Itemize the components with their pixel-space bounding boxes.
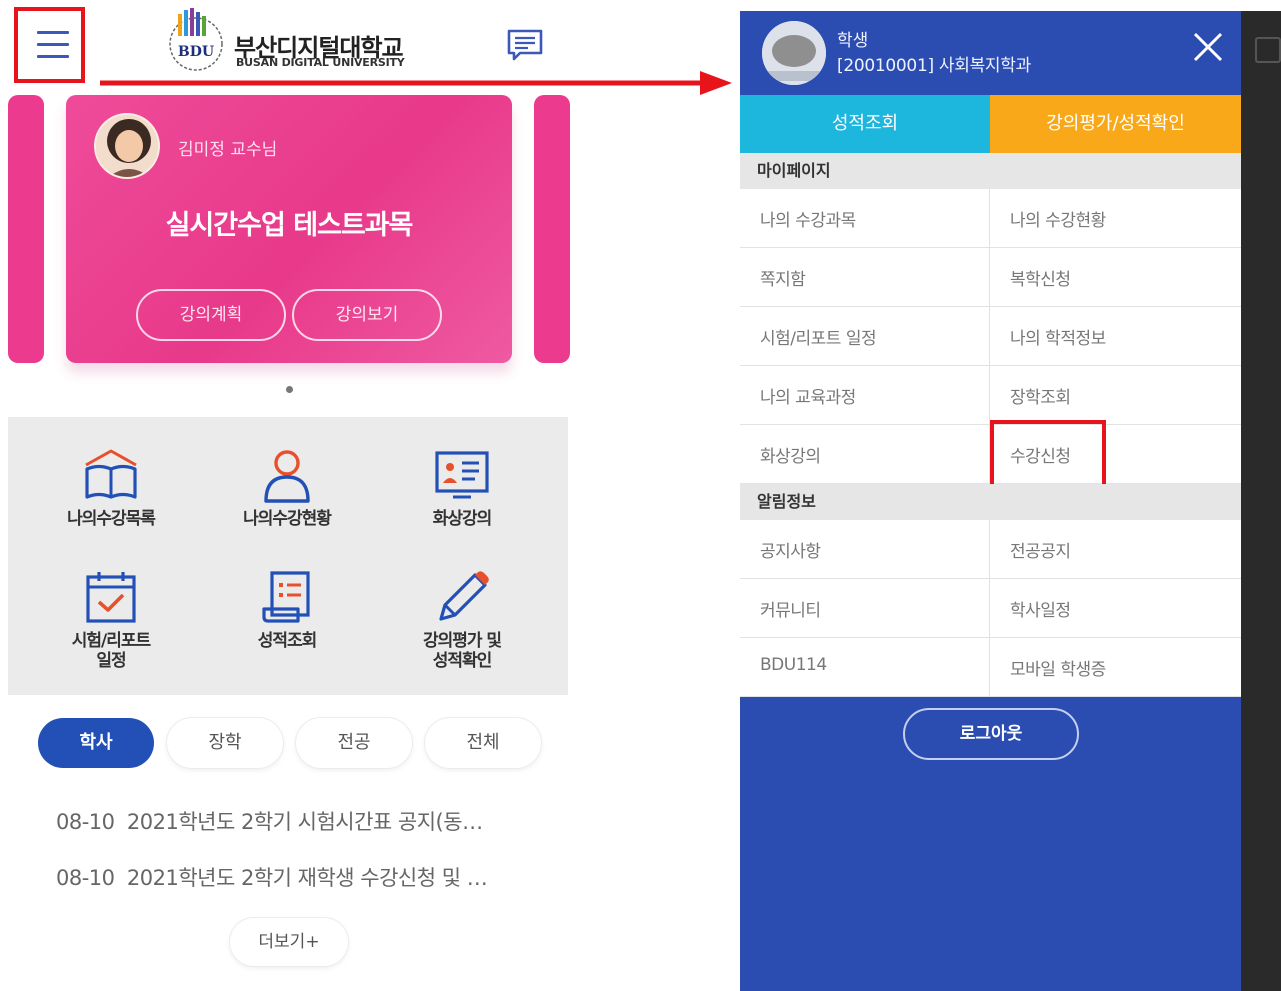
divider [989,638,990,697]
professor-avatar [94,113,160,179]
menu-label-line2: 성적확인 [432,651,493,671]
menu-label: 화상강의 [432,509,493,529]
menu-item-video-lecture[interactable]: 화상강의 [760,442,821,467]
section-notifications: 알림정보 [740,484,1241,520]
pencil-icon [439,571,489,621]
menu-item-community[interactable]: 커뮤니티 [760,596,821,621]
user-role: 학생 [837,31,869,51]
menu-item-bdu114[interactable]: BDU114 [760,655,827,675]
person-icon [264,450,310,503]
hamburger-menu-icon [37,31,69,34]
menu-item-message-box[interactable]: 쪽지함 [760,265,806,290]
professor-name: 김미정 교수님 [178,140,278,160]
course-card[interactable]: 김미정 교수님 실시간수업 테스트과목 강의계획 강의보기 [66,95,512,363]
menu-label: 성적조회 [257,631,318,651]
menu-exam-report-schedule[interactable]: 시험/리포트 일정 [26,569,196,671]
divider [989,366,990,425]
notice-item[interactable]: 08-10 2021학년도 2학기 재학생 수강신청 및 … [56,862,488,892]
menu-label: 나의수강목록 [67,509,156,529]
tab-academic[interactable]: 학사 [38,718,154,768]
logo-mark-text: BDU [178,44,214,60]
notice-title: 2021학년도 2학기 재학생 수강신청 및 … [126,866,488,890]
quick-evaluation-button[interactable]: 강의평가/성적확인 [990,95,1241,153]
grade-list-icon [262,571,310,623]
menu-item-curriculum[interactable]: 나의 교육과정 [760,383,856,408]
menu-item-scholarship[interactable]: 장학조회 [1010,383,1071,408]
course-registration-highlight [990,420,1106,488]
menu-label-line2: 일정 [96,651,126,671]
notice-date: 08-10 [56,810,115,834]
prev-course-card[interactable] [8,95,44,363]
view-lecture-button[interactable]: 강의보기 [292,289,442,341]
notice-date: 08-10 [56,866,115,890]
notice-title: 2021학년도 2학기 시험시간표 공지(동… [126,810,483,834]
more-button[interactable]: 더보기+ [230,918,348,966]
menu-label-line1: 시험/리포트 [71,631,151,651]
quick-menu-grid: 나의수강목록 나의수강현황 화상강의 시험/리포트 일정 성적조회 강의평가 및… [8,417,568,695]
menu-item-readmission[interactable]: 복학신청 [1010,265,1071,290]
dimmed-background[interactable] [1241,11,1281,991]
message-icon[interactable] [506,28,544,62]
divider [989,248,990,307]
menu-video-lecture[interactable]: 화상강의 [377,447,547,529]
side-drawer: 학생 [20010001] 사회복지학과 성적조회 강의평가/성적확인 마이페이… [740,11,1241,991]
menu-item-my-status[interactable]: 나의 수강현황 [1010,206,1106,231]
menu-my-courses[interactable]: 나의수강목록 [26,447,196,529]
close-icon[interactable] [1192,31,1224,63]
divider [989,307,990,366]
menu-my-status[interactable]: 나의수강현황 [202,447,372,529]
university-logo[interactable]: BDU 부산디지털대학교 BUSAN DIGITAL UNIVERSITY [166,6,416,76]
tab-all[interactable]: 전체 [425,718,541,768]
logout-button[interactable]: 로그아웃 [903,708,1079,760]
menu-item-major-notices[interactable]: 전공공지 [1010,537,1071,562]
divider [989,189,990,248]
figure: BDU 부산디지털대학교 BUSAN DIGITAL UNIVERSITY 김미… [0,0,1281,991]
transition-arrow [100,71,732,95]
menu-item-academic-calendar[interactable]: 학사일정 [1010,596,1071,621]
hamburger-menu-icon [37,43,69,46]
background-icon [1255,37,1281,63]
hamburger-menu-button[interactable] [14,7,85,83]
menu-item-exam-schedule[interactable]: 시험/리포트 일정 [760,324,877,349]
menu-item-mobile-student-id[interactable]: 모바일 학생증 [1010,655,1106,680]
menu-label: 나의수강현황 [243,509,332,529]
user-info: [20010001] 사회복지학과 [837,56,1031,76]
quick-grades-button[interactable]: 성적조회 [740,95,990,153]
home-screen: BDU 부산디지털대학교 BUSAN DIGITAL UNIVERSITY 김미… [0,0,570,991]
tab-scholarship[interactable]: 장학 [167,718,283,768]
syllabus-button[interactable]: 강의계획 [136,289,286,341]
side-drawer-screen: 학생 [20010001] 사회복지학과 성적조회 강의평가/성적확인 마이페이… [740,11,1281,991]
notice-item[interactable]: 08-10 2021학년도 2학기 시험시간표 공지(동… [56,806,483,836]
tab-major[interactable]: 전공 [296,718,412,768]
menu-item-notices[interactable]: 공지사항 [760,537,821,562]
course-title: 실시간수업 테스트과목 [165,210,414,241]
divider [989,520,990,579]
section-my-page: 마이페이지 [740,153,1241,189]
open-book-icon [85,449,137,499]
menu-item-my-courses[interactable]: 나의 수강과목 [760,206,856,231]
logo-english-name: BUSAN DIGITAL UNIVERSITY [236,56,405,69]
menu-row [740,248,1241,307]
next-course-card[interactable] [534,95,570,363]
user-avatar [762,21,826,85]
carousel-indicator[interactable] [286,386,293,393]
menu-grades[interactable]: 성적조회 [202,569,372,651]
hamburger-menu-icon [37,55,69,58]
divider [989,579,990,638]
video-lecture-icon [435,451,489,499]
menu-label-line1: 강의평가 및 [422,631,502,651]
menu-item-academic-record[interactable]: 나의 학적정보 [1010,324,1106,349]
menu-lecture-evaluation[interactable]: 강의평가 및 성적확인 [377,569,547,671]
calendar-check-icon [86,572,136,623]
bdu-logo-icon: BDU [169,8,223,71]
course-carousel[interactable]: 김미정 교수님 실시간수업 테스트과목 강의계획 강의보기 [0,95,570,395]
